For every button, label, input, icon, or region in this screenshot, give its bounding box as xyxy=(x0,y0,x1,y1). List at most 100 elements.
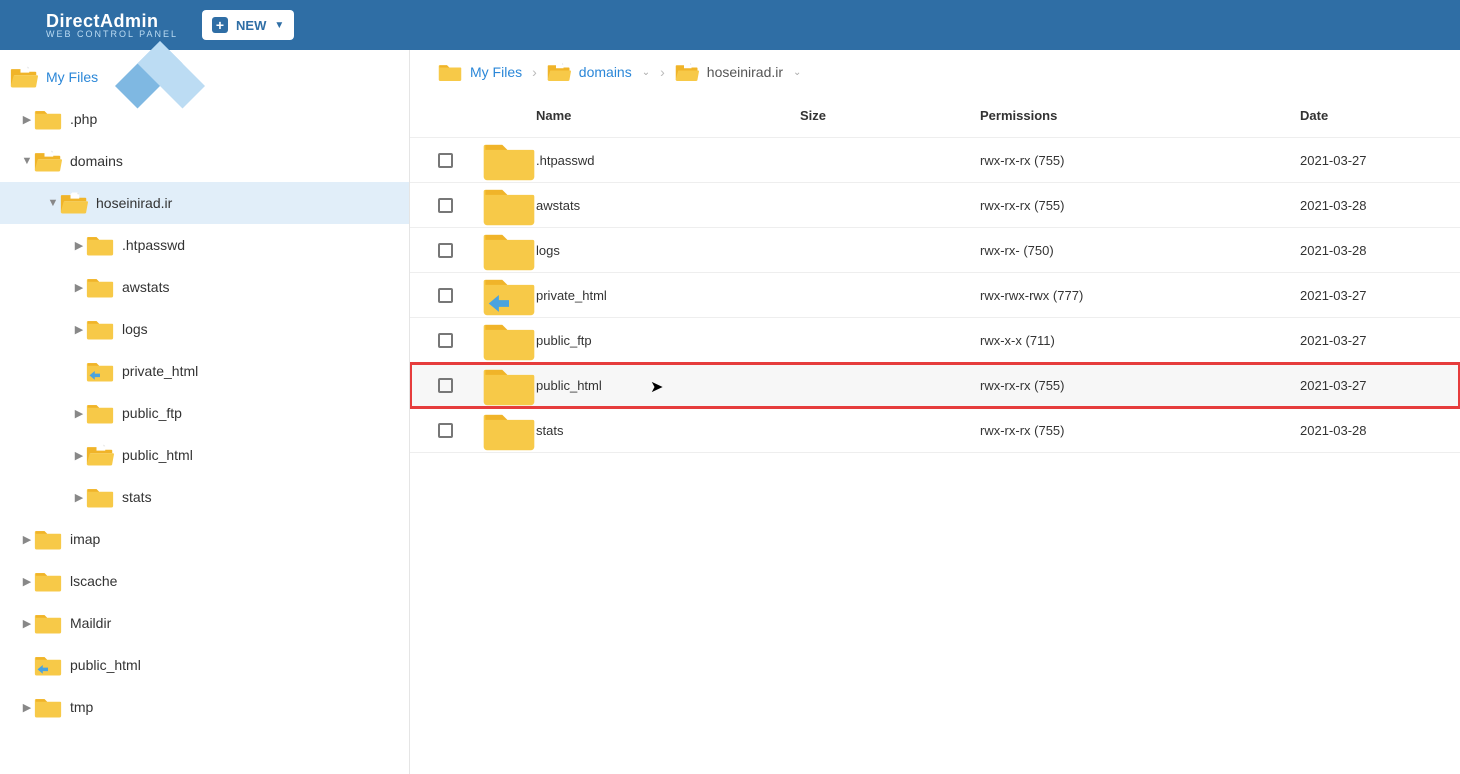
tree-item[interactable]: ▶ .php xyxy=(0,98,409,140)
tree-item-label: public_html xyxy=(122,447,193,463)
cell-date: 2021-03-27 xyxy=(1300,288,1440,303)
table-row[interactable]: logs rwx-rx- (750)2021-03-28 xyxy=(410,228,1460,273)
table-header: Name Size Permissions Date xyxy=(410,94,1460,138)
tree-item[interactable]: ▶ logs xyxy=(0,308,409,350)
tree-item-label: logs xyxy=(122,321,148,337)
cell-name: public_html xyxy=(536,378,800,393)
row-checkbox[interactable] xyxy=(438,333,453,348)
expand-toggle-icon[interactable]: ▶ xyxy=(20,575,34,588)
expand-toggle-icon[interactable]: ▼ xyxy=(46,197,60,209)
tree-item-label: lscache xyxy=(70,573,117,589)
tree-item[interactable]: private_html xyxy=(0,350,409,392)
expand-toggle-icon[interactable]: ▶ xyxy=(72,323,86,336)
table-row[interactable]: statsrwx-rx-rx (755)2021-03-28 xyxy=(410,408,1460,453)
expand-toggle-icon[interactable]: ▶ xyxy=(20,533,34,546)
tree-item-label: hoseinirad.ir xyxy=(96,195,172,211)
folder-icon xyxy=(34,569,62,593)
tree-root-label: My Files xyxy=(46,69,98,85)
tree-item[interactable]: ▶ .htpasswd xyxy=(0,224,409,266)
expand-toggle-icon[interactable]: ▶ xyxy=(72,491,86,504)
col-name[interactable]: Name xyxy=(536,108,800,123)
cell-permissions: rwx-rx-rx (755) xyxy=(980,378,1300,393)
tree-root[interactable]: My Files xyxy=(0,56,409,98)
tree-item-label: .htpasswd xyxy=(122,237,185,253)
row-checkbox[interactable] xyxy=(438,423,453,438)
tree-item[interactable]: ▶public_ftp xyxy=(0,392,409,434)
folder-icon xyxy=(34,527,62,551)
top-header: DirectAdmin web control panel + NEW ▼ xyxy=(0,0,1460,50)
expand-toggle-icon[interactable]: ▶ xyxy=(20,701,34,714)
breadcrumb-item[interactable]: My Files xyxy=(438,62,522,82)
expand-toggle-icon[interactable]: ▶ xyxy=(72,407,86,420)
folder-link-icon xyxy=(86,359,114,383)
row-checkbox[interactable] xyxy=(438,198,453,213)
breadcrumb-separator-icon: › xyxy=(660,64,665,80)
col-permissions[interactable]: Permissions xyxy=(980,108,1300,123)
chevron-down-icon[interactable]: ⌄ xyxy=(793,67,801,78)
tree-item[interactable]: ▶ Maildir xyxy=(0,602,409,644)
row-checkbox[interactable] xyxy=(438,153,453,168)
folder-icon xyxy=(482,355,536,505)
expand-toggle-icon[interactable]: ▼ xyxy=(20,155,34,167)
tree-item-label: imap xyxy=(70,531,100,547)
breadcrumb-separator-icon: › xyxy=(532,64,537,80)
chevron-down-icon: ▼ xyxy=(274,20,284,31)
row-checkbox[interactable] xyxy=(438,288,453,303)
new-button[interactable]: + NEW ▼ xyxy=(202,10,294,40)
cell-permissions: rwx-rx-rx (755) xyxy=(980,153,1300,168)
tree-item[interactable]: ▶ lscache xyxy=(0,560,409,602)
breadcrumb-label: My Files xyxy=(470,64,522,80)
brand-logo[interactable]: DirectAdmin web control panel xyxy=(10,11,178,39)
row-checkbox[interactable] xyxy=(438,378,453,393)
expand-toggle-icon[interactable]: ▶ xyxy=(72,449,86,462)
folder-icon xyxy=(86,485,114,509)
expand-toggle-icon[interactable]: ▶ xyxy=(72,281,86,294)
brand-subtitle: web control panel xyxy=(46,30,178,39)
folder-open-icon xyxy=(547,62,571,82)
tree-item-label: Maildir xyxy=(70,615,111,631)
folder-icon xyxy=(34,611,62,635)
breadcrumb-item[interactable]: hoseinirad.ir⌄ xyxy=(675,62,802,82)
table-row[interactable]: private_htmlrwx-rwx-rwx (777)2021-03-27 xyxy=(410,273,1460,318)
cell-date: 2021-03-27 xyxy=(1300,333,1440,348)
cell-date: 2021-03-28 xyxy=(1300,243,1440,258)
tree-item-label: domains xyxy=(70,153,123,169)
cell-date: 2021-03-27 xyxy=(1300,153,1440,168)
cell-name: awstats xyxy=(536,198,800,213)
cell-permissions: rwx-rx- (750) xyxy=(980,243,1300,258)
cell-name: stats xyxy=(536,423,800,438)
logo-icon xyxy=(10,11,38,39)
breadcrumb-item[interactable]: domains⌄ xyxy=(547,62,650,82)
folder-link-icon xyxy=(34,653,62,677)
folder-open-icon xyxy=(86,443,114,467)
tree-item[interactable]: ▶stats xyxy=(0,476,409,518)
tree-item[interactable]: ▶ imap xyxy=(0,518,409,560)
expand-toggle-icon[interactable]: ▶ xyxy=(20,617,34,630)
tree-item[interactable]: ▶ public_html xyxy=(0,434,409,476)
tree-item[interactable]: ▶awstats xyxy=(0,266,409,308)
tree-item[interactable]: ▶tmp xyxy=(0,686,409,728)
tree-item[interactable]: public_html xyxy=(0,644,409,686)
folder-icon xyxy=(438,62,462,82)
folder-icon xyxy=(34,107,62,131)
tree-item-label: .php xyxy=(70,111,97,127)
tree-item[interactable]: ▼ hoseinirad.ir xyxy=(0,182,409,224)
table-row[interactable]: awstatsrwx-rx-rx (755)2021-03-28 xyxy=(410,183,1460,228)
folder-icon xyxy=(34,695,62,719)
table-row[interactable]: public_ftprwx-x-x (711)2021-03-27 xyxy=(410,318,1460,363)
chevron-down-icon[interactable]: ⌄ xyxy=(642,67,650,78)
cell-name: logs xyxy=(536,243,800,258)
folder-open-icon xyxy=(60,191,88,215)
expand-toggle-icon[interactable]: ▶ xyxy=(20,113,34,126)
cell-permissions: rwx-rx-rx (755) xyxy=(980,423,1300,438)
col-size[interactable]: Size xyxy=(800,108,980,123)
table-row[interactable]: .htpasswdrwx-rx-rx (755)2021-03-27 xyxy=(410,138,1460,183)
table-row[interactable]: public_htmlrwx-rx-rx (755)2021-03-27➤ xyxy=(410,363,1460,408)
brand-text: DirectAdmin xyxy=(46,12,178,30)
expand-toggle-icon[interactable]: ▶ xyxy=(72,239,86,252)
col-date[interactable]: Date xyxy=(1300,108,1440,123)
breadcrumb: My Files › domains⌄ › hoseinirad.ir⌄ xyxy=(410,50,1460,94)
row-checkbox[interactable] xyxy=(438,243,453,258)
main-panel: My Files › domains⌄ › hoseinirad.ir⌄ Name Si… xyxy=(410,50,1460,774)
tree-item[interactable]: ▼ domains xyxy=(0,140,409,182)
